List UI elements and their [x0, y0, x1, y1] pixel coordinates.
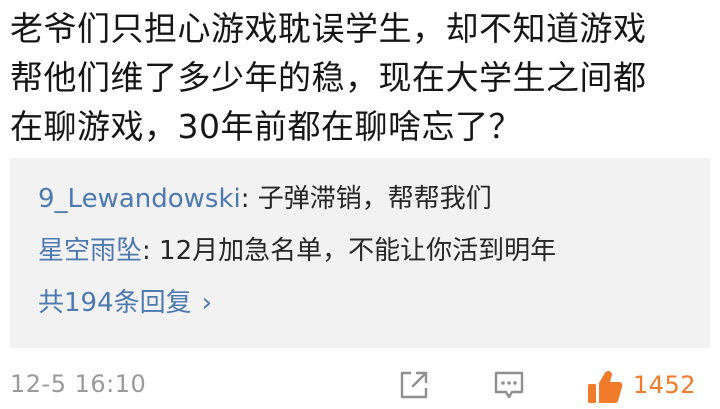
reply-separator: : [142, 236, 160, 266]
post-line: 帮他们维了多少年的稳，现在大学生之间都 [10, 58, 647, 97]
reply-item: 9_Lewandowski: 子弹滞销，帮帮我们 [38, 182, 492, 216]
post-line: 在聊游戏，30年前都在聊啥忘了？ [10, 107, 522, 146]
thumbs-up-icon [588, 371, 623, 403]
view-all-replies-link[interactable]: 共194条回复 › [38, 286, 212, 320]
post-footer: 12-5 16:10 1452 [10, 368, 710, 408]
reply-preview-box: 9_Lewandowski: 子弹滞销，帮帮我们 星空雨坠: 12月加急名单，不… [10, 158, 710, 348]
like-count: 1452 [633, 371, 697, 399]
share-icon [400, 371, 428, 399]
like-button[interactable]: 1452 [586, 368, 710, 408]
chevron-right-icon: › [201, 288, 213, 318]
share-button[interactable] [397, 368, 431, 402]
comment-icon [494, 371, 524, 399]
post-timestamp: 12-5 16:10 [10, 370, 147, 398]
reply-item: 星空雨坠: 12月加急名单，不能让你活到明年 [38, 234, 556, 268]
post-body: 老爷们只担心游戏耽误学生，却不知道游戏 帮他们维了多少年的稳，现在大学生之间都 … [10, 4, 710, 151]
reply-text: 子弹滞销，帮帮我们 [257, 184, 492, 214]
reply-username[interactable]: 星空雨坠 [38, 236, 142, 266]
post-line: 老爷们只担心游戏耽误学生，却不知道游戏 [10, 9, 647, 48]
reply-username[interactable]: 9_Lewandowski [38, 184, 241, 214]
comment-button[interactable] [492, 368, 526, 402]
view-all-replies-label: 共194条回复 [38, 288, 192, 318]
reply-text: 12月加急名单，不能让你活到明年 [159, 236, 557, 266]
reply-separator: : [240, 184, 258, 214]
